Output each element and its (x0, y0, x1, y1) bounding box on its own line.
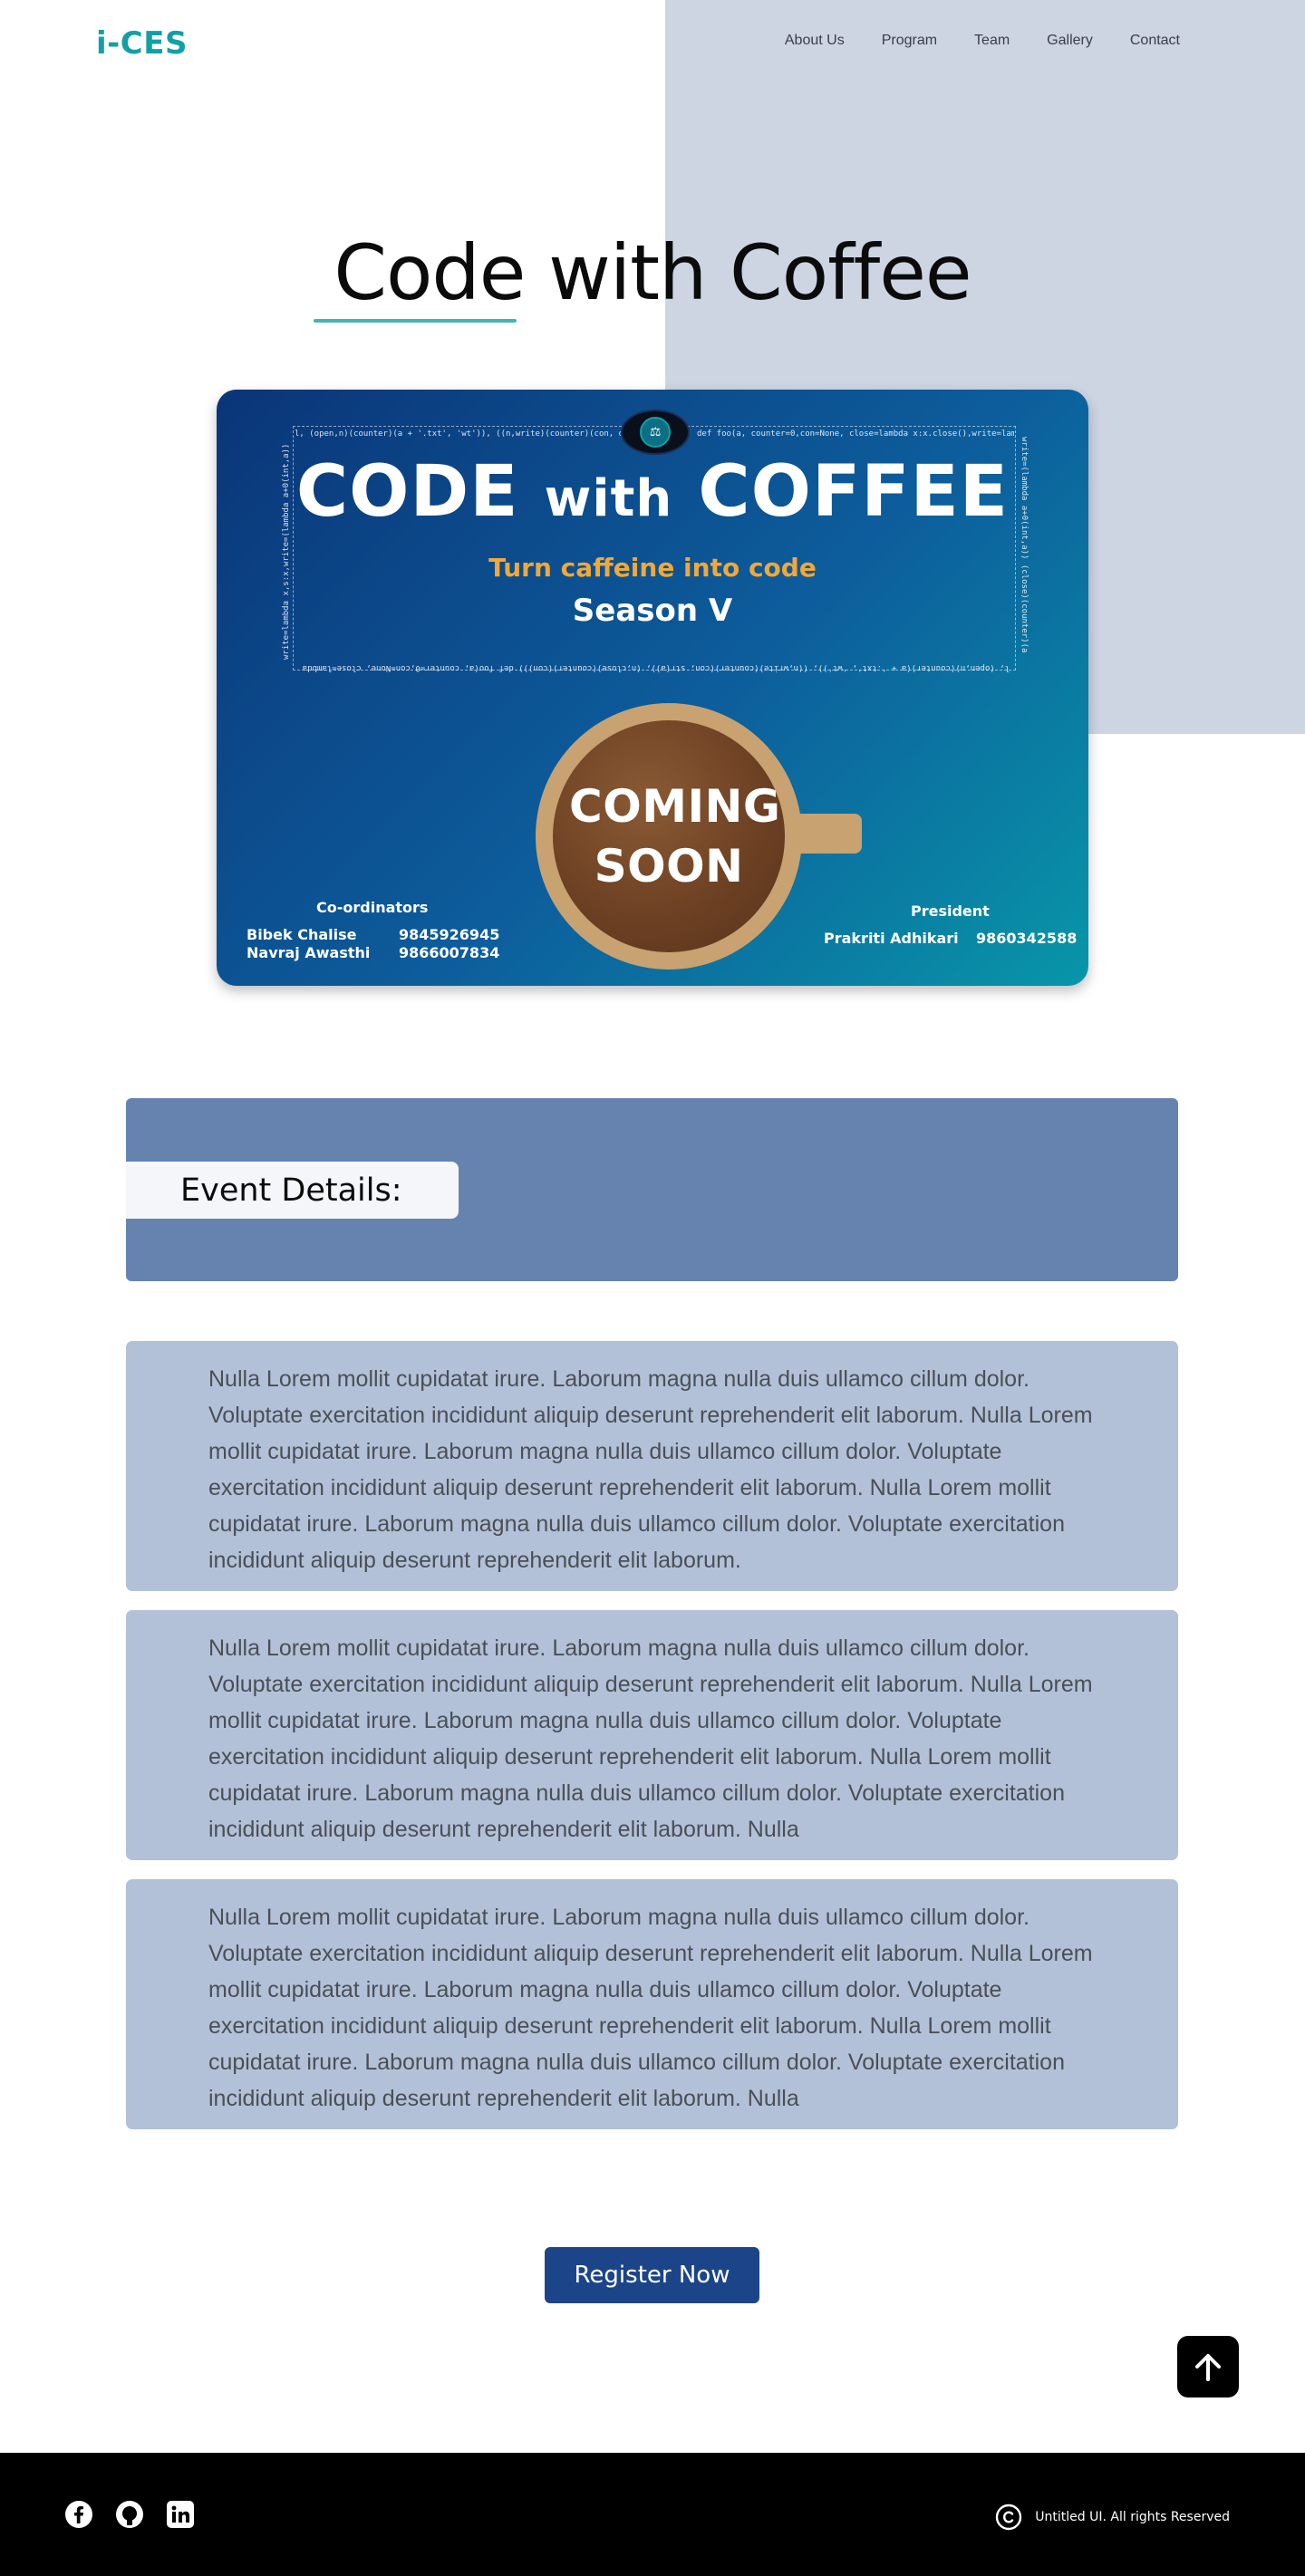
coordinator-row: Navraj Awasthi 9866007834 (246, 944, 500, 961)
register-now-button[interactable]: Register Now (545, 2247, 759, 2303)
poster-code-text: def foo(a, counter=0,con=None, close=lam… (697, 429, 1014, 439)
poster-season: Season V (572, 593, 733, 629)
linkedin-icon[interactable] (166, 2500, 195, 2529)
coordinator-row: Bibek Chalise 9845926945 (246, 926, 500, 943)
nav-gallery[interactable]: Gallery (1047, 33, 1093, 49)
title-underline (314, 319, 517, 323)
event-details-label: Event Details: (126, 1162, 459, 1219)
nav-team[interactable]: Team (974, 33, 1010, 49)
page-title: Code with Coffee (334, 228, 972, 317)
arrow-up-icon (1195, 2354, 1221, 2381)
club-badge-icon: ⚖ (621, 410, 690, 455)
copyright: Untitled UI. All rights Reserved (995, 2504, 1230, 2531)
poster-code-text: l, (open,n)(counter)(a + '.txt', 'wt')),… (295, 429, 621, 439)
copyright-text: Untitled UI. All rights Reserved (1035, 2510, 1230, 2524)
nav-contact[interactable]: Contact (1130, 33, 1180, 49)
event-detail-card: Nulla Lorem mollit cupidatat irure. Labo… (126, 1341, 1178, 1591)
copyright-icon (996, 2504, 1022, 2531)
facebook-icon[interactable] (64, 2500, 93, 2529)
nav-about-us[interactable]: About Us (785, 33, 845, 49)
coming-soon-label: COMING SOON (569, 780, 781, 892)
nav-program[interactable]: Program (882, 33, 937, 49)
poster-title: CODE with COFFEE (295, 451, 1010, 533)
main-nav: About Us Program Team Gallery Contact (785, 33, 1180, 49)
site-logo[interactable]: i-CES (96, 25, 188, 62)
poster-code-text: l, (open,n)(counter)(a + '.txt', 'wt')),… (298, 663, 1010, 672)
poster-tagline: Turn caffeine into code (488, 553, 817, 583)
coffee-cup-icon: COMING SOON (536, 703, 802, 970)
github-icon[interactable] (115, 2500, 144, 2529)
event-poster: l, (open,n)(counter)(a + '.txt', 'wt')),… (217, 390, 1088, 986)
president-row: Prakriti Adhikari 9860342588 (824, 930, 1078, 947)
event-detail-card: Nulla Lorem mollit cupidatat irure. Labo… (126, 1879, 1178, 2129)
social-links (64, 2500, 195, 2529)
event-detail-card: Nulla Lorem mollit cupidatat irure. Labo… (126, 1610, 1178, 1860)
coordinators-title: Co-ordinators (316, 899, 429, 916)
site-footer: Untitled UI. All rights Reserved (0, 2453, 1305, 2576)
scroll-to-top-button[interactable] (1177, 2336, 1239, 2398)
president-title: President (911, 902, 990, 920)
